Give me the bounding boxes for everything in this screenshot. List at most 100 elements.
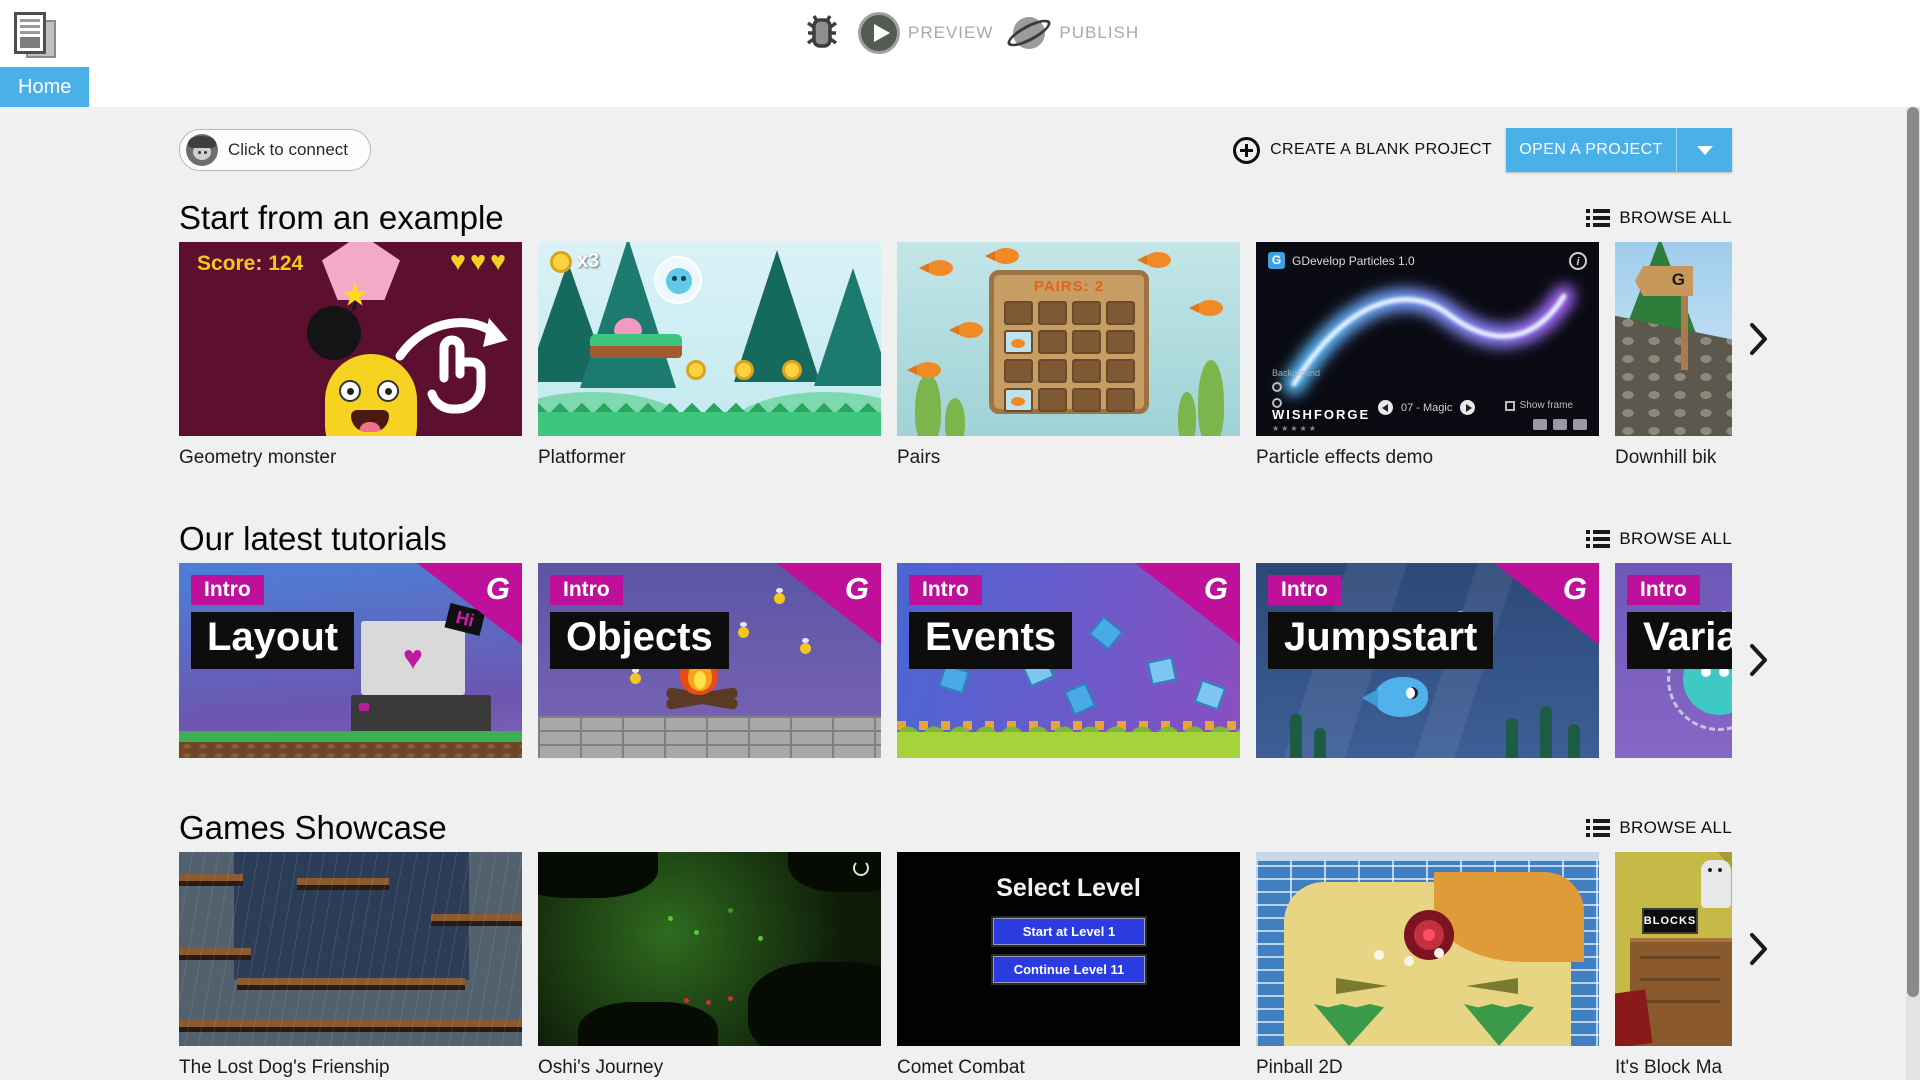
tab-home[interactable]: Home [0,67,90,107]
checkbox-icon [1504,400,1515,411]
show-frame-label: Show frame [1519,400,1573,411]
pixel-sprite-shape [1146,656,1178,686]
open-project-dropdown-button[interactable] [1676,128,1732,172]
card-label: Downhill bik [1615,447,1717,468]
open-project-label: OPEN A PROJECT [1519,141,1663,158]
open-project-button[interactable]: OPEN A PROJECT [1506,128,1732,172]
avatar-icon [186,134,218,166]
coin-icon [550,250,572,273]
scroll-right-showcase-button[interactable] [1739,929,1779,969]
showcase-card-comet-combat[interactable]: Select Level Start at Level 1 Continue L… [897,852,1240,1079]
ground-shape [897,732,1240,758]
grass-fan-shape [1464,1004,1534,1046]
connect-label: Click to connect [228,140,348,159]
scrollbar-thumb[interactable] [1907,107,1919,997]
seaweed-shape [945,398,965,436]
flame-shape [694,671,706,689]
card-label: Comet Combat [897,1057,1025,1078]
example-card-pairs[interactable]: PAIRS: 2 Pairs [897,242,1240,469]
info-icon: i [1569,252,1587,270]
list-icon [1586,819,1611,837]
gdevelop-logo-icon: G [1203,571,1228,606]
platform-grass [590,334,682,346]
create-blank-project-button[interactable]: CREATE A BLANK PROJECT [1233,136,1492,164]
caret-down-icon [1696,145,1713,155]
scroll-right-examples-button[interactable] [1739,319,1779,359]
preview-label: PREVIEW [908,23,994,42]
tutorial-card-events[interactable]: G Intro Events [897,563,1240,758]
youtube-icon [1533,419,1547,430]
pairs-grid [1004,301,1135,412]
tutorial-card-variables[interactable]: +1 Intro Variab [1615,563,1732,758]
scrollbar-track[interactable] [1906,107,1920,1080]
intro-badge: Intro [909,575,982,605]
seaweed-shape [1506,718,1518,758]
card-cell [1004,301,1033,325]
card-label: Pairs [897,447,941,468]
thumbnail-blocks: BLOCKS [1615,852,1732,1046]
fish-shape [1362,677,1428,717]
play-icon [858,12,900,54]
showcase-card-oshi[interactable]: Oshi's Journey [538,852,881,1079]
card-label: Platformer [538,447,626,468]
fish-shape [985,248,1019,264]
browse-all-label: BROWSE ALL [1619,208,1732,227]
section-tutorials: Our latest tutorials BROWSE ALL ♥ Hi G I… [179,519,1767,758]
avatar-eye-shape [204,151,207,154]
example-card-downhill-bike[interactable]: G Downhill bik [1615,242,1732,469]
section-title: Start from an example [179,199,504,236]
example-card-platformer[interactable]: x3 Platformer [538,242,881,469]
project-manager-icon[interactable] [14,12,60,62]
pixel-sprite-shape [1088,615,1124,651]
card-cell-revealed [1004,388,1033,412]
publish-button[interactable]: PUBLISH [1004,11,1139,55]
section-showcase: Games Showcase BROWSE ALL The Lost Dog's… [179,808,1767,1079]
thumbnail-intro-objects: G Intro Objects [538,563,881,758]
preview-button[interactable]: PREVIEW [858,12,993,54]
section-title: Games Showcase [179,809,447,846]
gdevelop-logo-icon: G [844,571,869,606]
tutorial-card-jumpstart[interactable]: G Intro Jumpstart [1256,563,1599,758]
glow-specks [668,916,673,921]
coin-counter: x3 [550,250,599,273]
terrain-shape [538,852,658,898]
intro-badge: Intro [191,575,264,605]
terrain-shape [748,962,881,1046]
start-level-button-graphic: Start at Level 1 [991,916,1147,947]
debug-button[interactable] [800,11,844,55]
example-card-geometry-monster[interactable]: Score: 124 ♥♥♥ Geometry monster [179,242,522,469]
connect-button[interactable]: Click to connect [179,129,371,171]
thumbnail-lost-dog [179,852,522,1046]
browse-all-examples-button[interactable]: BROWSE ALL [1586,208,1732,228]
browse-all-showcase-button[interactable]: BROWSE ALL [1586,818,1732,838]
avatar-eye-shape [198,151,201,154]
page-front-shape [14,12,46,54]
showcase-card-lost-dog[interactable]: The Lost Dog's Frienship [179,852,522,1079]
tutorial-card-objects[interactable]: G Intro Objects [538,563,881,758]
show-frame-control: Show frame [1504,400,1573,411]
example-card-particle-effects[interactable]: G GDevelop Particles 1.0 i Background 07… [1256,242,1599,469]
showcase-card-pinball[interactable]: Pinball 2D [1256,852,1599,1079]
effect-name-text: 07 - Magic [1401,401,1453,414]
gdevelop-logo-icon: G [485,571,510,606]
tutorial-card-layout[interactable]: ♥ Hi G Intro Layout [179,563,522,758]
seaweed-shape [1314,728,1326,758]
dirt-shape [179,742,522,758]
intro-badge: Intro [1268,575,1341,605]
thumbnail-platformer: x3 [538,242,881,436]
thumbnail-oshi [538,852,881,1046]
scroll-right-tutorials-button[interactable] [1739,640,1779,680]
tutorial-title: Jumpstart [1268,612,1494,669]
card-cell [1106,330,1135,354]
thumbnail-intro-variables: +1 Intro Variab [1615,563,1732,758]
grass-fan-shape [1314,1004,1384,1046]
main-toolbar: PREVIEW PUBLISH Home [0,0,1920,107]
tree-shape [814,268,881,386]
light-dots [1374,950,1384,960]
card-cell [1072,301,1101,325]
card-label: Particle effects demo [1256,447,1434,468]
showcase-card-blocks[interactable]: BLOCKS It's Block Ma [1615,852,1732,1079]
browse-all-tutorials-button[interactable]: BROWSE ALL [1586,529,1732,549]
flipper-shape [1466,978,1518,994]
fish-shape [949,322,983,338]
